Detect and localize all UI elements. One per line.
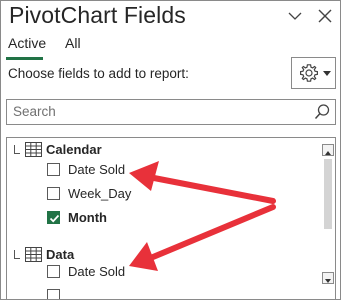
tree-line xyxy=(14,145,15,153)
field-checkbox[interactable] xyxy=(47,187,60,200)
close-icon xyxy=(318,9,332,23)
gear-icon xyxy=(300,64,318,82)
field-checkbox[interactable] xyxy=(47,289,60,299)
caret-down-icon xyxy=(323,71,331,76)
table-name-data[interactable]: Data xyxy=(46,247,74,262)
arrow-up-icon xyxy=(325,151,331,155)
tab-all[interactable]: All xyxy=(65,35,81,51)
field-checkbox-checked[interactable] xyxy=(47,211,60,224)
scroll-up-button[interactable] xyxy=(322,144,334,156)
close-pane-button[interactable] xyxy=(314,5,336,27)
field-list-scrollbar[interactable] xyxy=(322,144,334,299)
field-list[interactable]: Calendar Date Sold Week_Day Month Data D… xyxy=(6,137,336,299)
table-icon xyxy=(25,142,42,157)
pane-title: PivotChart Fields xyxy=(9,2,186,28)
tab-active[interactable]: Active xyxy=(8,35,46,51)
field-label: Month xyxy=(68,210,107,225)
field-checkbox[interactable] xyxy=(47,265,60,278)
tree-line xyxy=(14,258,20,259)
pane-options-button[interactable] xyxy=(284,5,306,27)
arrow-down-icon xyxy=(325,279,331,283)
field-label: Date Sold xyxy=(68,162,126,177)
search-icon[interactable] xyxy=(313,103,331,121)
field-checkbox[interactable] xyxy=(47,163,60,176)
scrollbar-thumb[interactable] xyxy=(324,159,332,229)
search-input[interactable]: Search xyxy=(13,104,56,119)
scroll-down-button[interactable] xyxy=(322,272,334,284)
tools-button[interactable] xyxy=(291,57,336,89)
field-label: Date Sold xyxy=(68,264,126,279)
choose-fields-label: Choose fields to add to report: xyxy=(8,66,189,81)
pivotchart-fields-pane: PivotChart Fields Active All Choose fiel… xyxy=(0,0,341,300)
table-name-calendar[interactable]: Calendar xyxy=(46,142,102,157)
tree-line xyxy=(14,250,15,258)
active-tab-indicator xyxy=(6,57,43,60)
tree-line xyxy=(14,153,20,154)
chevron-down-icon xyxy=(288,12,302,20)
field-label: Week_Day xyxy=(68,186,132,201)
table-icon xyxy=(25,247,42,262)
checkmark-icon xyxy=(49,214,60,223)
search-box[interactable]: Search xyxy=(6,99,336,125)
